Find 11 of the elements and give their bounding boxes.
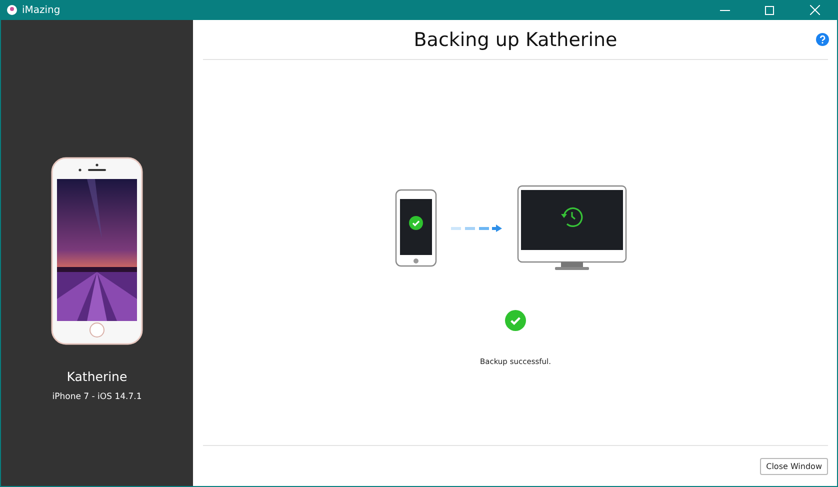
page-title: Backing up Katherine — [414, 28, 618, 50]
device-model: iPhone 7 - iOS 14.7.1 — [52, 392, 142, 402]
window-title: iMazing — [22, 4, 62, 16]
close-window-button[interactable]: Close Window — [760, 458, 828, 474]
help-icon[interactable] — [816, 33, 829, 46]
device-name: Katherine — [66, 369, 128, 384]
close-icon — [810, 5, 820, 15]
checkmark-icon — [505, 310, 526, 331]
app-icon — [7, 5, 17, 15]
maximize-icon — [765, 6, 774, 14]
arrow-icon — [450, 224, 502, 232]
